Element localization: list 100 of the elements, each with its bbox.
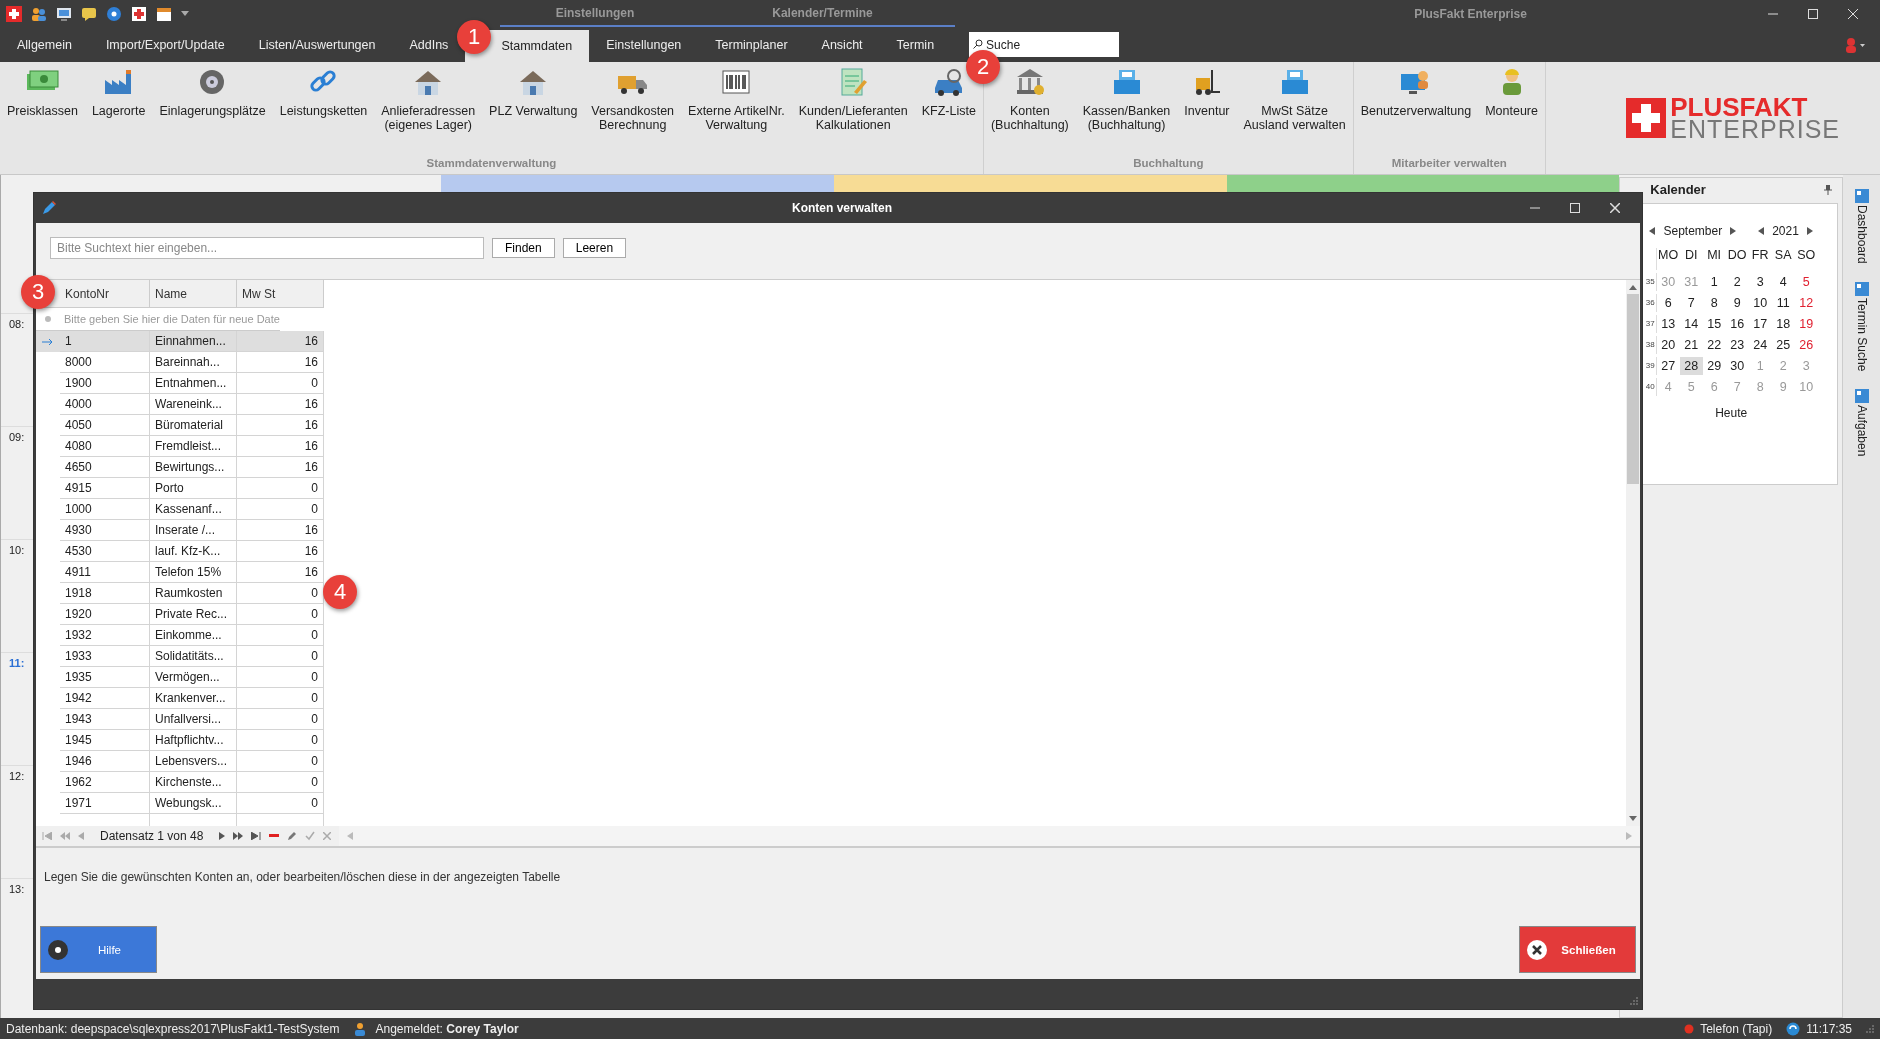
ribbon-button[interactable]: Kunden/Lieferanten Kalkulationen xyxy=(791,66,915,157)
table-row[interactable]: 4650 Bewirtungs... 16 xyxy=(36,457,324,478)
ribbon-tab[interactable]: Ansicht xyxy=(804,27,880,62)
calendar-day[interactable]: 14 xyxy=(1679,315,1703,333)
table-row[interactable]: 4050 Büromaterial 16 xyxy=(36,415,324,436)
calendar-day[interactable]: 21 xyxy=(1679,336,1703,354)
scrollbar[interactable] xyxy=(1626,280,1640,826)
side-tab[interactable]: Dashboard xyxy=(1854,189,1869,264)
table-row[interactable]: 8000 Bareinnah... 16 xyxy=(36,352,324,373)
calendar-day[interactable]: 29 xyxy=(1702,357,1726,375)
calendar-day[interactable]: 5 xyxy=(1794,273,1818,291)
ribbon-button[interactable]: Lagerorte xyxy=(84,66,153,157)
calendar-day[interactable]: 12 xyxy=(1794,294,1818,312)
table-row[interactable]: 1000 Kassenanf... 0 xyxy=(36,499,324,520)
table-row[interactable]: 1933 Solidatitäts... 0 xyxy=(36,646,324,667)
calendar-day[interactable]: 17 xyxy=(1748,315,1772,333)
table-row[interactable]: 1932 Einkomme... 0 xyxy=(36,625,324,646)
calendar-day[interactable]: 13 xyxy=(1656,315,1680,333)
first-aid-icon[interactable] xyxy=(131,5,147,22)
calendar-day[interactable]: 30 xyxy=(1725,357,1749,375)
table-row[interactable]: 4911 Telefon 15% 16 xyxy=(36,562,324,583)
close-icon[interactable] xyxy=(1848,8,1858,19)
calendar-day[interactable]: 8 xyxy=(1702,294,1726,312)
calendar-day[interactable]: 6 xyxy=(1656,294,1680,312)
calendar-day[interactable]: 11 xyxy=(1771,294,1795,312)
swiss-cross-icon[interactable] xyxy=(6,5,22,22)
delete-icon[interactable] xyxy=(269,834,280,838)
table-row[interactable]: 1971 Webungsk... 0 xyxy=(36,793,324,814)
ribbon-button[interactable]: Inventur xyxy=(1177,66,1237,157)
scroll-down-icon[interactable] xyxy=(1629,816,1637,822)
calendar-day[interactable]: 10 xyxy=(1748,294,1772,312)
next-icon[interactable] xyxy=(219,832,226,840)
previous-icon[interactable] xyxy=(1649,227,1656,235)
calendar-day[interactable]: 26 xyxy=(1794,336,1818,354)
maximize-icon[interactable] xyxy=(1808,8,1818,19)
calendar-day[interactable]: 25 xyxy=(1771,336,1795,354)
close-icon[interactable] xyxy=(1610,203,1620,213)
ribbon-tab[interactable]: Listen/Auswertungen xyxy=(241,27,393,62)
caret-icon[interactable] xyxy=(181,10,189,17)
calendar-day[interactable]: 4 xyxy=(1771,273,1795,291)
table-row[interactable]: 1946 Lebensvers... 0 xyxy=(36,751,324,772)
calendar-day[interactable]: 3 xyxy=(1748,273,1772,291)
calendar-day[interactable]: 9 xyxy=(1725,294,1749,312)
side-tab[interactable]: Termin Suche xyxy=(1854,281,1869,372)
resize-grip-icon[interactable] xyxy=(1630,997,1638,1005)
ribbon-tab[interactable]: Import/Export/Update xyxy=(88,27,242,62)
pin-icon[interactable] xyxy=(1824,184,1833,195)
scroll-up-icon[interactable] xyxy=(1629,284,1637,290)
clear-button[interactable]: Leeren xyxy=(562,238,627,258)
last-record-icon[interactable] xyxy=(251,832,262,840)
table-row[interactable]: 1920 Private Rec... 0 xyxy=(36,604,324,625)
calendar-day[interactable]: 23 xyxy=(1725,336,1749,354)
ribbon-tab[interactable]: Allgemein xyxy=(0,27,89,62)
table-row[interactable]: 4000 Wareneink... 16 xyxy=(36,394,324,415)
calendar-day[interactable]: 22 xyxy=(1702,336,1726,354)
calendar-day[interactable]: 24 xyxy=(1748,336,1772,354)
table-row[interactable]: 4915 Porto 0 xyxy=(36,478,324,499)
table-row[interactable]: 1935 Vermögen... 0 xyxy=(36,667,324,688)
ribbon-button[interactable]: Kassen/Banken (Buchhaltung) xyxy=(1075,66,1178,157)
calendar-icon[interactable] xyxy=(156,5,172,22)
next-page-icon[interactable] xyxy=(233,832,244,840)
calendar-day[interactable]: 2 xyxy=(1725,273,1749,291)
find-button[interactable]: Finden xyxy=(492,238,555,258)
calendar-day[interactable]: 16 xyxy=(1725,315,1749,333)
ribbon-button[interactable]: PLZ Verwaltung xyxy=(482,66,585,157)
ribbon-button[interactable]: Monteure xyxy=(1478,66,1545,157)
today-button[interactable]: Heute xyxy=(1715,406,1748,420)
help-button[interactable]: Hilfe xyxy=(40,926,157,973)
table-row[interactable]: 4080 Fremdleist... 16 xyxy=(36,436,324,457)
ribbon-tab[interactable]: Termin xyxy=(879,27,952,62)
table-row[interactable]: 4930 Inserate /... 16 xyxy=(36,520,324,541)
search-field[interactable]: Suche xyxy=(969,32,1120,57)
ribbon-tab[interactable]: Terminplaner xyxy=(698,27,805,62)
ribbon-button[interactable]: Anlieferadressen (eigenes Lager) xyxy=(374,66,483,157)
close-button[interactable]: Schließen xyxy=(1519,926,1636,973)
ribbon-button[interactable]: Versandkosten Berechnung xyxy=(584,66,682,157)
search-field[interactable]: Bitte Suchtext hier eingeben... xyxy=(50,237,484,259)
side-tab[interactable]: Aufgaben xyxy=(1854,389,1869,457)
table-row[interactable]: 1900 Entnahmen... 0 xyxy=(36,373,324,394)
table-row[interactable]: 1918 Raumkosten 0 xyxy=(36,583,324,604)
pencil-icon[interactable] xyxy=(287,831,298,841)
ribbon-button[interactable]: MwSt Sätze Ausland verwalten xyxy=(1236,66,1353,157)
maximize-icon[interactable] xyxy=(1570,203,1580,213)
calendar-day[interactable]: 27 xyxy=(1656,357,1680,375)
calendar-day[interactable]: 20 xyxy=(1656,336,1680,354)
next-icon[interactable] xyxy=(1806,227,1813,235)
chat-icon[interactable] xyxy=(81,5,97,22)
ribbon-button[interactable]: Leistungsketten xyxy=(272,66,375,157)
table-row[interactable]: 4530 lauf. Kfz-K... 16 xyxy=(36,541,324,562)
calendar-day[interactable]: 28 xyxy=(1679,357,1703,375)
calendar-day[interactable]: 18 xyxy=(1771,315,1795,333)
ribbon-tab[interactable]: Einstellungen xyxy=(589,27,699,62)
monitor-icon[interactable] xyxy=(56,5,72,22)
table-row[interactable]: 1943 Unfallversi... 0 xyxy=(36,709,324,730)
table-row[interactable]: 1962 Kirchenste... 0 xyxy=(36,772,324,793)
user-icon[interactable] xyxy=(1844,36,1866,53)
table-row[interactable]: 1942 Krankenver... 0 xyxy=(36,688,324,709)
ribbon-button[interactable]: Benutzerverwaltung xyxy=(1353,66,1479,157)
table-row[interactable]: 1945 Haftpflichtv... 0 xyxy=(36,730,324,751)
calendar-day[interactable]: 7 xyxy=(1679,294,1703,312)
